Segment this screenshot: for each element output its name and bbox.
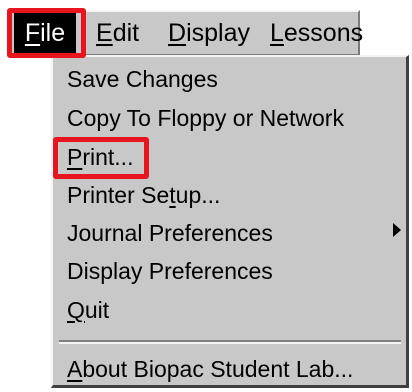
menu-lessons-mnemonic: L xyxy=(270,19,284,47)
menu-item-label-post: up... xyxy=(175,182,221,208)
menu-item-save-changes[interactable]: Save Changes xyxy=(67,61,218,97)
menu-file-post: ile xyxy=(40,19,66,47)
chevron-right-icon xyxy=(393,223,401,237)
menu-item-mnemonic: Q xyxy=(67,297,85,323)
menu-item-label: Copy To Floppy or Network xyxy=(67,105,344,131)
menu-file-mnemonic: F xyxy=(24,19,41,47)
menu-edit-post: dit xyxy=(112,19,140,47)
menu-item-label-post: bout Biopac Student Lab... xyxy=(82,356,354,382)
menu-display-post: isplay xyxy=(186,19,250,47)
menu-item-about[interactable]: About Biopac Student Lab... xyxy=(67,351,353,387)
menu-item-display-preferences[interactable]: Display Preferences xyxy=(67,253,273,289)
menu-item-mnemonic: P xyxy=(67,144,83,170)
menu-item-quit[interactable]: Quit xyxy=(67,292,109,328)
menu-display-mnemonic: D xyxy=(168,19,187,47)
menu-item-label-post: uit xyxy=(84,297,110,323)
menu-edit-mnemonic: E xyxy=(96,19,113,47)
menu-item-label-pre: Printer Se xyxy=(67,182,170,208)
menu-edit[interactable]: Edit xyxy=(90,12,145,54)
menu-item-print[interactable]: Print... xyxy=(67,139,133,175)
menu-item-copy-to-floppy[interactable]: Copy To Floppy or Network xyxy=(67,100,344,136)
menu-bar: File Edit Display Lessons xyxy=(8,10,363,56)
menu-separator xyxy=(59,340,401,344)
menu-item-mnemonic: A xyxy=(67,356,83,382)
menu-item-journal-preferences[interactable]: Journal Preferences xyxy=(67,215,273,251)
menu-item-printer-setup[interactable]: Printer Setup... xyxy=(67,177,220,213)
menu-item-label: Display Preferences xyxy=(67,258,273,284)
menu-lessons-post: essons xyxy=(283,19,364,47)
screenshot-stage: File Edit Display Lessons Save Changes C… xyxy=(0,0,412,392)
menu-item-label: Journal Preferences xyxy=(67,220,273,246)
menu-lessons[interactable]: Lessons xyxy=(264,12,369,54)
menu-item-label-post: rint... xyxy=(82,144,134,170)
menu-item-label: Save Changes xyxy=(67,66,218,92)
menu-display[interactable]: Display xyxy=(162,12,256,54)
file-dropdown-menu: Save Changes Copy To Floppy or Network P… xyxy=(51,55,409,388)
menu-file[interactable]: File xyxy=(14,12,76,54)
